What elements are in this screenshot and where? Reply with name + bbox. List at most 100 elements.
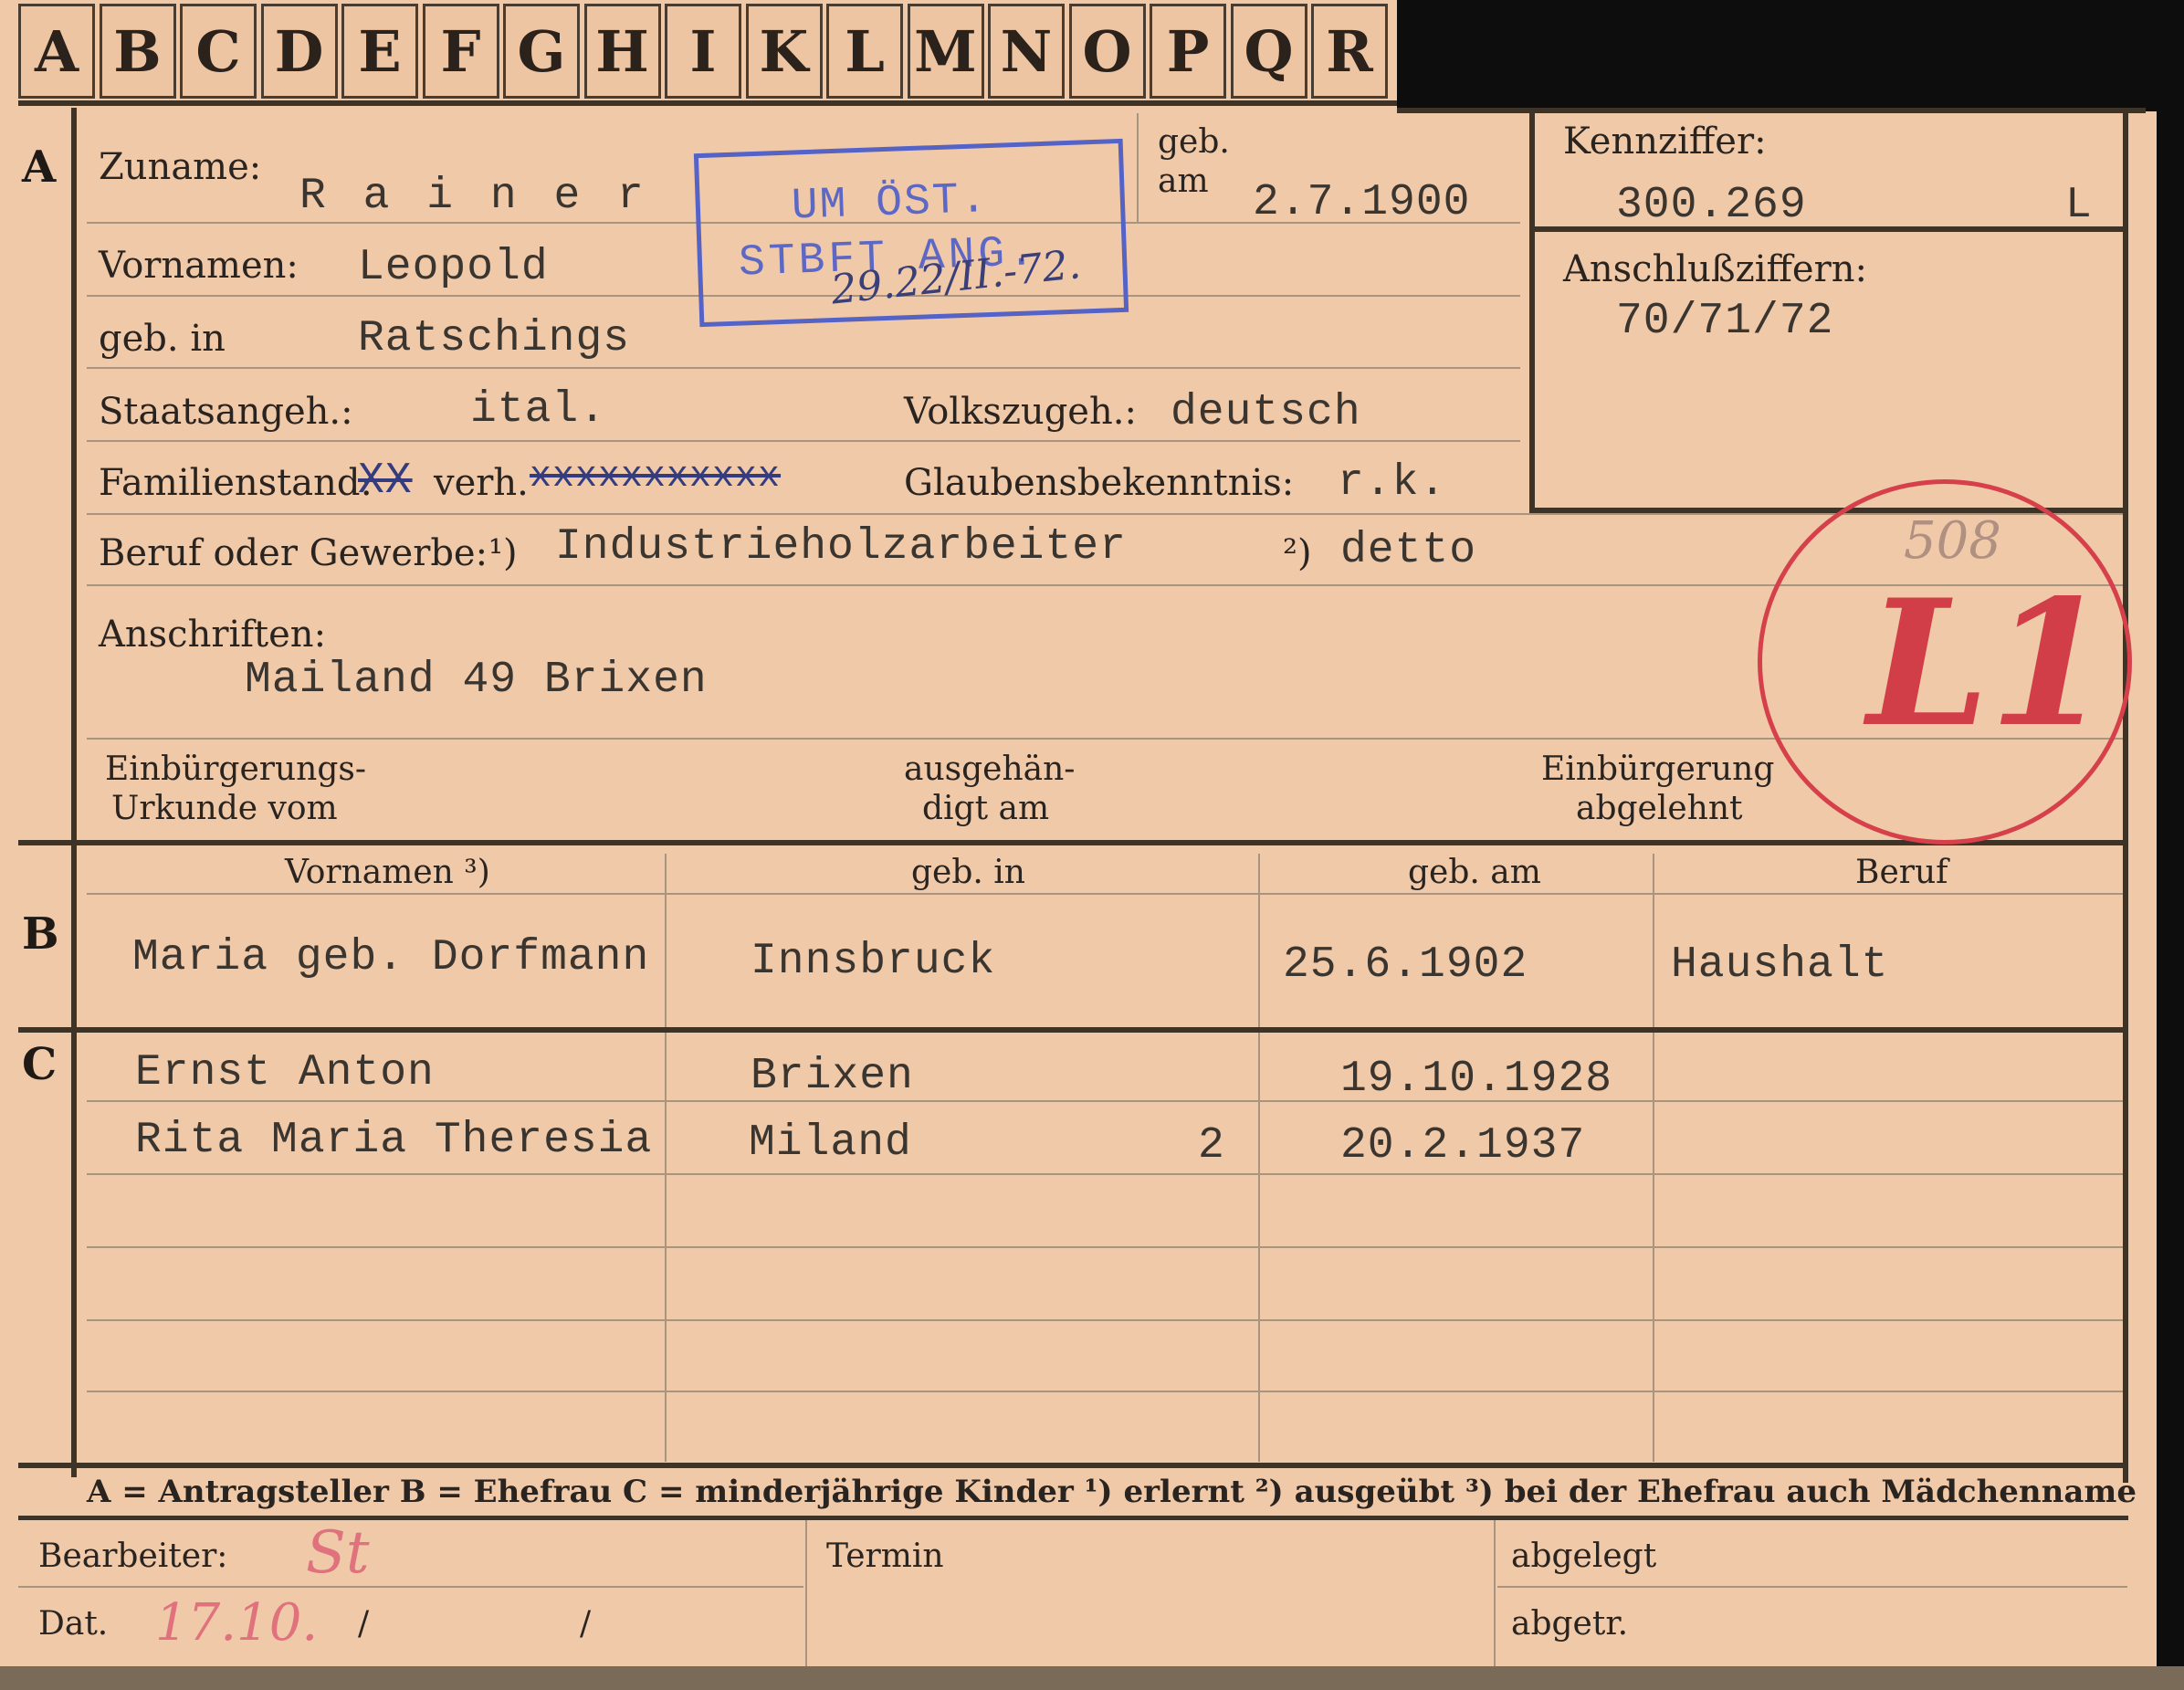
registration-card: ABCDEFGHIKLMNOPQR A B C Zuname: geb. am … bbox=[0, 0, 2184, 1690]
top-rule bbox=[18, 100, 1397, 106]
spouse-header-beruf: Beruf bbox=[1855, 854, 1948, 891]
children-line-1 bbox=[87, 1100, 2123, 1102]
line-5 bbox=[87, 513, 2123, 515]
index-tab-o[interactable]: O bbox=[1068, 4, 1146, 99]
label-staatsangeh: Staatsangeh.: bbox=[99, 391, 353, 433]
right-rule bbox=[2123, 113, 2128, 1483]
index-tab-k[interactable]: K bbox=[745, 4, 823, 99]
section-b-letter: B bbox=[22, 908, 59, 960]
section-c-letter: C bbox=[22, 1039, 58, 1090]
label-abgetr: abgetr. bbox=[1511, 1605, 1629, 1643]
spouse-col-3 bbox=[1653, 854, 1654, 1027]
child-2-geb-am: 20.2.1937 bbox=[1340, 1121, 1586, 1170]
label-beruf: Beruf oder Gewerbe: bbox=[99, 532, 488, 574]
children-line-2 bbox=[87, 1173, 2123, 1175]
label-dat: Dat. bbox=[38, 1605, 109, 1643]
label-familienstand: Familienstand: bbox=[99, 462, 373, 504]
label-beruf-1: ¹) bbox=[488, 532, 518, 574]
spouse-header-line bbox=[87, 893, 2123, 895]
spouse-geb-am: 25.6.1902 bbox=[1283, 940, 1528, 990]
index-tab-p[interactable]: P bbox=[1150, 4, 1226, 99]
footer-line-left bbox=[18, 1586, 803, 1588]
index-tab-b[interactable]: B bbox=[99, 4, 176, 99]
top-rule-right bbox=[1397, 108, 2146, 113]
index-tab-i[interactable]: I bbox=[665, 4, 741, 99]
section-a-letter: A bbox=[22, 142, 57, 193]
index-tab-f[interactable]: F bbox=[422, 4, 499, 99]
value-zuname: R a i n e r bbox=[299, 172, 649, 221]
spouse-header-geb-am: geb. am bbox=[1408, 854, 1541, 891]
footer-col-2 bbox=[1494, 1520, 1496, 1666]
child-1-geb-in: Brixen bbox=[751, 1052, 914, 1101]
legend: A = Antragsteller B = Ehefrau C = minder… bbox=[87, 1474, 2137, 1510]
spouse-vornamen: Maria geb. Dorfmann bbox=[132, 933, 650, 982]
kennziffer-box-left bbox=[1529, 113, 1535, 515]
rule-section-c bbox=[18, 1027, 2128, 1033]
line-3 bbox=[87, 367, 1520, 369]
index-tab-d[interactable]: D bbox=[260, 4, 338, 99]
value-geb-in: Ratschings bbox=[358, 314, 631, 363]
red-code: L1 bbox=[1867, 562, 2110, 765]
index-tab-a[interactable]: A bbox=[18, 4, 95, 99]
left-rule bbox=[71, 108, 77, 1477]
label-anschriften: Anschriften: bbox=[99, 614, 327, 656]
label-bearbeiter: Bearbeiter: bbox=[38, 1538, 228, 1575]
spouse-col-1 bbox=[665, 854, 667, 1027]
children-line-5 bbox=[87, 1391, 2123, 1392]
footer-col-1 bbox=[805, 1520, 807, 1666]
label-einb-abgelehnt-2: abgelehnt bbox=[1576, 790, 1743, 827]
stamp-line-1: UM ÖST. bbox=[790, 175, 990, 232]
index-tab-m[interactable]: M bbox=[907, 4, 984, 99]
label-geb-am-2: am bbox=[1158, 163, 1209, 200]
line-4 bbox=[87, 440, 1520, 442]
bearbeiter-initials: St bbox=[306, 1519, 370, 1587]
value-familienstand-struck2: xxxxxxxxxxx bbox=[530, 457, 782, 498]
index-tab-n[interactable]: N bbox=[988, 4, 1065, 99]
value-geb-am: 2.7.1900 bbox=[1253, 178, 1471, 227]
child-2-vornamen: Rita Maria Theresia bbox=[135, 1116, 653, 1165]
label-glaubensbekenntnis: Glaubensbekenntnis: bbox=[904, 462, 1295, 504]
label-einb-urkunde-1: Einbürgerungs- bbox=[105, 751, 367, 788]
dat-value: 17.10. bbox=[155, 1593, 319, 1653]
index-tab-q[interactable]: Q bbox=[1230, 4, 1307, 99]
label-einb-urkunde-2: Urkunde vom bbox=[111, 790, 338, 827]
spouse-geb-in: Innsbruck bbox=[751, 937, 996, 986]
blue-stamp: UM ÖST. STBFT ANG. 29.22/II.-72. bbox=[693, 138, 1129, 328]
label-einb-abgelehnt-1: Einbürgerung bbox=[1541, 751, 1775, 788]
dat-separator-2: / bbox=[580, 1605, 592, 1643]
value-staatsangeh: ital. bbox=[470, 385, 607, 435]
label-abgelegt: abgelegt bbox=[1511, 1538, 1657, 1575]
index-tab-l[interactable]: L bbox=[826, 4, 903, 99]
index-tab-g[interactable]: G bbox=[503, 4, 580, 99]
value-kennziffer: 300.269 bbox=[1616, 181, 1807, 230]
label-ausgehaendigt-2: digt am bbox=[922, 790, 1050, 827]
spouse-col-2 bbox=[1258, 854, 1260, 1027]
child-2-geb-in: Miland bbox=[749, 1118, 912, 1168]
value-familienstand-struck: XX bbox=[358, 457, 413, 506]
label-volkszugeh: Volkszugeh.: bbox=[904, 391, 1137, 433]
index-tab-r[interactable]: R bbox=[1311, 4, 1388, 99]
index-tab-e[interactable]: E bbox=[341, 4, 418, 99]
index-tab-c[interactable]: C bbox=[180, 4, 257, 99]
label-ausgehaendigt-1: ausgehän- bbox=[904, 751, 1076, 788]
spouse-header-geb-in: geb. in bbox=[911, 854, 1025, 891]
label-beruf-2: ²) bbox=[1283, 532, 1312, 574]
rule-legend-top bbox=[18, 1463, 2128, 1468]
value-familienstand: verh. bbox=[434, 462, 529, 504]
divider-geb-am bbox=[1137, 113, 1139, 223]
label-kennziffer: Kennziffer: bbox=[1563, 121, 1767, 163]
value-volkszugeh: deutsch bbox=[1171, 388, 1361, 437]
dat-separator-1: / bbox=[358, 1605, 370, 1643]
child-1-geb-am: 19.10.1928 bbox=[1340, 1055, 1613, 1104]
background-dark-edge bbox=[2157, 111, 2184, 1690]
label-vornamen: Vornamen: bbox=[99, 245, 299, 287]
value-anschlussziffern: 70/71/72 bbox=[1616, 297, 1834, 346]
value-beruf-erlernt: Industrieholzarbeiter bbox=[555, 522, 1127, 572]
child-2-mark: 2 bbox=[1198, 1121, 1225, 1170]
value-kennziffer-suffix: L bbox=[2065, 181, 2093, 230]
index-tab-h[interactable]: H bbox=[583, 4, 661, 99]
value-anschrift: Mailand 49 Brixen bbox=[245, 656, 708, 705]
footer-line-right bbox=[1497, 1586, 2127, 1588]
label-termin: Termin bbox=[826, 1538, 944, 1575]
value-vornamen: Leopold bbox=[358, 243, 549, 292]
